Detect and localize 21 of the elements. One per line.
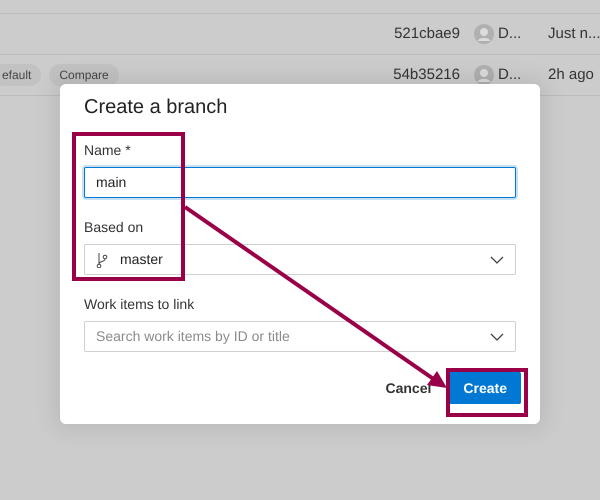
dialog-title: Create a branch [84,95,228,119]
cancel-button[interactable]: Cancel [381,372,436,404]
commit-id[interactable]: 54b35216 [393,64,460,86]
avatar-icon [474,65,494,85]
tag[interactable]: efault [0,64,42,86]
branch-dropdown[interactable]: master [84,244,516,275]
chevron-down-icon [490,256,504,264]
chevron-down-icon [490,332,504,340]
commit-id[interactable]: 521cbae9 [394,22,460,46]
name-field[interactable]: main [84,167,516,198]
commit-time: Just n... [548,24,600,44]
tag[interactable]: Compare [49,64,119,86]
field-label: Based on [84,218,144,236]
commit-time: 2h ago [548,64,595,85]
branch-icon [96,252,108,268]
author-name: D... [498,24,522,44]
create-button[interactable]: Create [449,372,521,404]
field-label: Work items to link [84,295,196,313]
author-name: D... [498,64,522,85]
avatar-icon [474,24,494,44]
field-label: Name * [84,141,132,159]
